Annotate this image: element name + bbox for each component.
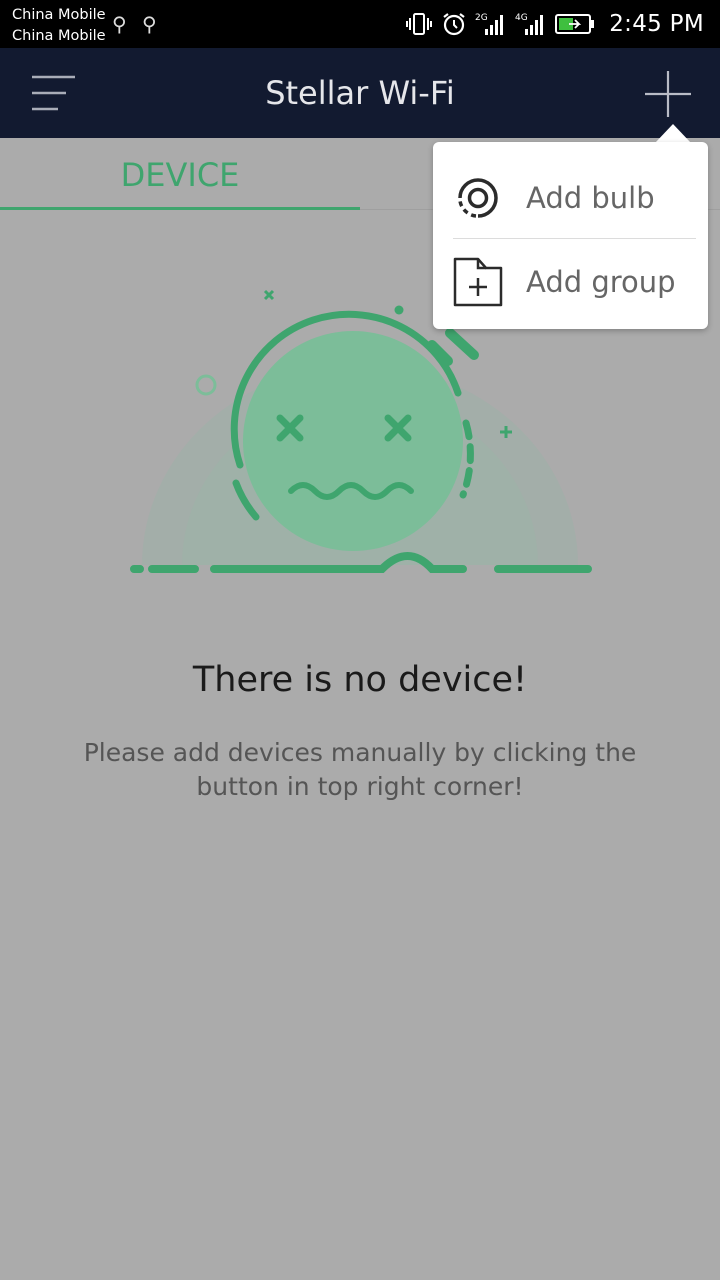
- menu-item-add-group[interactable]: Add group: [433, 238, 708, 326]
- signal-icon-2: 4G: [515, 13, 544, 35]
- menu-item-label: Add group: [526, 265, 676, 299]
- carrier-2: China Mobile: [12, 28, 106, 44]
- empty-state-hint: Please add devices manually by clicking …: [83, 738, 637, 801]
- network-type-1: 2G: [475, 13, 488, 23]
- alarm-icon: [443, 13, 465, 36]
- battery-charging-icon: [555, 14, 595, 34]
- network-type-2: 4G: [515, 13, 528, 23]
- tab-device[interactable]: DEVICE: [0, 138, 360, 210]
- menu-item-label: Add bulb: [526, 181, 655, 215]
- add-folder-icon: [453, 257, 503, 307]
- add-popup-menu: Add bulb Add group: [433, 142, 708, 329]
- bulb-icon: [458, 178, 498, 218]
- app-title: Stellar Wi-Fi: [265, 74, 455, 112]
- clock: 2:45 PM: [609, 11, 704, 37]
- carrier-1: China Mobile: [12, 7, 106, 23]
- status-bar: China Mobile China Mobile ⚲ ⚲ 2G 4G 2:45…: [0, 0, 720, 48]
- status-icons: 2G 4G 2:45 PM: [405, 0, 704, 48]
- popup-arrow: [655, 124, 691, 143]
- tab-indicator: [0, 207, 360, 210]
- usb-icon: ⚲: [112, 12, 127, 36]
- app-bar: Stellar Wi-Fi: [0, 48, 720, 138]
- menu-item-add-bulb[interactable]: Add bulb: [433, 154, 708, 242]
- vibrate-icon: [406, 13, 433, 35]
- carrier-labels: China Mobile China Mobile: [12, 5, 106, 47]
- plus-icon[interactable]: [642, 68, 694, 120]
- empty-state-title: There is no device!: [192, 660, 528, 700]
- usb-icon-2: ⚲: [142, 12, 157, 36]
- signal-icon-1: 2G: [475, 13, 504, 35]
